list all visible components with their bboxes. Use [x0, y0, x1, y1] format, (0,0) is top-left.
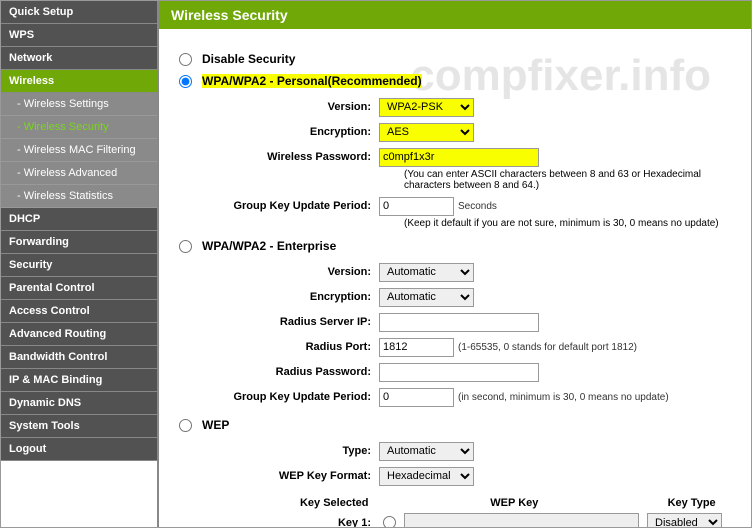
sidebar-item[interactable]: Parental Control: [1, 277, 157, 300]
wep-fmt-label: WEP Key Format:: [204, 470, 379, 482]
sidebar-item[interactable]: System Tools: [1, 415, 157, 438]
e-gkup-label: Group Key Update Period:: [204, 391, 379, 403]
wep-label: WEP: [202, 418, 229, 432]
wep-head-selected: Key Selected: [204, 497, 376, 509]
enterprise-gkup-input[interactable]: [379, 388, 454, 407]
wep-key-label: Key 1:: [204, 517, 379, 528]
sidebar-item[interactable]: Access Control: [1, 300, 157, 323]
radius-port-input[interactable]: [379, 338, 454, 357]
rport-label: Radius Port:: [204, 341, 379, 353]
rport-hint: (1-65535, 0 stands for default port 1812…: [458, 342, 637, 353]
sidebar-item[interactable]: Forwarding: [1, 231, 157, 254]
sidebar-item[interactable]: Dynamic DNS: [1, 392, 157, 415]
wep-format-select[interactable]: Hexadecimal: [379, 467, 474, 486]
wireless-password-input[interactable]: [379, 148, 539, 167]
sidebar-item[interactable]: Network: [1, 47, 157, 70]
wep-key-1-type[interactable]: Disabled: [647, 513, 722, 527]
wep-key-1-radio[interactable]: [383, 516, 396, 527]
sidebar-item[interactable]: Quick Setup: [1, 1, 157, 24]
sidebar-item[interactable]: - Wireless Statistics: [1, 185, 157, 208]
sidebar-item[interactable]: Logout: [1, 438, 157, 461]
main-panel: Wireless Security compfixer.info Disable…: [159, 1, 751, 527]
disable-security-radio[interactable]: [179, 53, 192, 66]
rpwd-label: Radius Password:: [204, 366, 379, 378]
wep-key-1-input[interactable]: [404, 513, 639, 527]
wep-head-type: Key Type: [652, 497, 731, 509]
sidebar-item[interactable]: Advanced Routing: [1, 323, 157, 346]
encryption-label: Encryption:: [204, 126, 379, 138]
gkup-suffix: Seconds: [458, 201, 497, 212]
version-label: Version:: [204, 101, 379, 113]
gkup-input[interactable]: [379, 197, 454, 216]
personal-version-select[interactable]: WPA2-PSK: [379, 98, 474, 117]
sidebar-item[interactable]: - Wireless MAC Filtering: [1, 139, 157, 162]
sidebar-item[interactable]: - Wireless Advanced: [1, 162, 157, 185]
personal-encryption-select[interactable]: AES: [379, 123, 474, 142]
sidebar: Quick SetupWPSNetworkWireless- Wireless …: [1, 1, 159, 527]
sidebar-item[interactable]: - Wireless Settings: [1, 93, 157, 116]
sidebar-item[interactable]: DHCP: [1, 208, 157, 231]
password-hint: (You can enter ASCII characters between …: [404, 169, 731, 191]
wpa-personal-label: WPA/WPA2 - Personal(Recommended): [202, 74, 422, 88]
gkup-label: Group Key Update Period:: [204, 200, 379, 212]
wep-type-label: Type:: [204, 445, 379, 457]
wep-head-key: WEP Key: [376, 497, 652, 509]
e-enc-label: Encryption:: [204, 291, 379, 303]
sidebar-item[interactable]: - Wireless Security: [1, 116, 157, 139]
sidebar-item[interactable]: Bandwidth Control: [1, 346, 157, 369]
sidebar-item[interactable]: Security: [1, 254, 157, 277]
password-label: Wireless Password:: [204, 151, 379, 163]
e-gkup-hint: (in second, minimum is 30, 0 means no up…: [458, 392, 669, 403]
page-header: Wireless Security: [159, 1, 751, 29]
enterprise-version-select[interactable]: Automatic: [379, 263, 474, 282]
wep-radio[interactable]: [179, 419, 192, 432]
disable-security-label: Disable Security: [202, 52, 295, 66]
sidebar-item[interactable]: IP & MAC Binding: [1, 369, 157, 392]
e-version-label: Version:: [204, 266, 379, 278]
radius-password-input[interactable]: [379, 363, 539, 382]
sidebar-item[interactable]: Wireless: [1, 70, 157, 93]
sidebar-item[interactable]: WPS: [1, 24, 157, 47]
wpa-enterprise-label: WPA/WPA2 - Enterprise: [202, 239, 336, 253]
wpa-enterprise-radio[interactable]: [179, 240, 192, 253]
gkup-hint: (Keep it default if you are not sure, mi…: [404, 218, 731, 229]
enterprise-encryption-select[interactable]: Automatic: [379, 288, 474, 307]
wpa-personal-radio[interactable]: [179, 75, 192, 88]
wep-type-select[interactable]: Automatic: [379, 442, 474, 461]
radius-ip-input[interactable]: [379, 313, 539, 332]
rip-label: Radius Server IP:: [204, 316, 379, 328]
